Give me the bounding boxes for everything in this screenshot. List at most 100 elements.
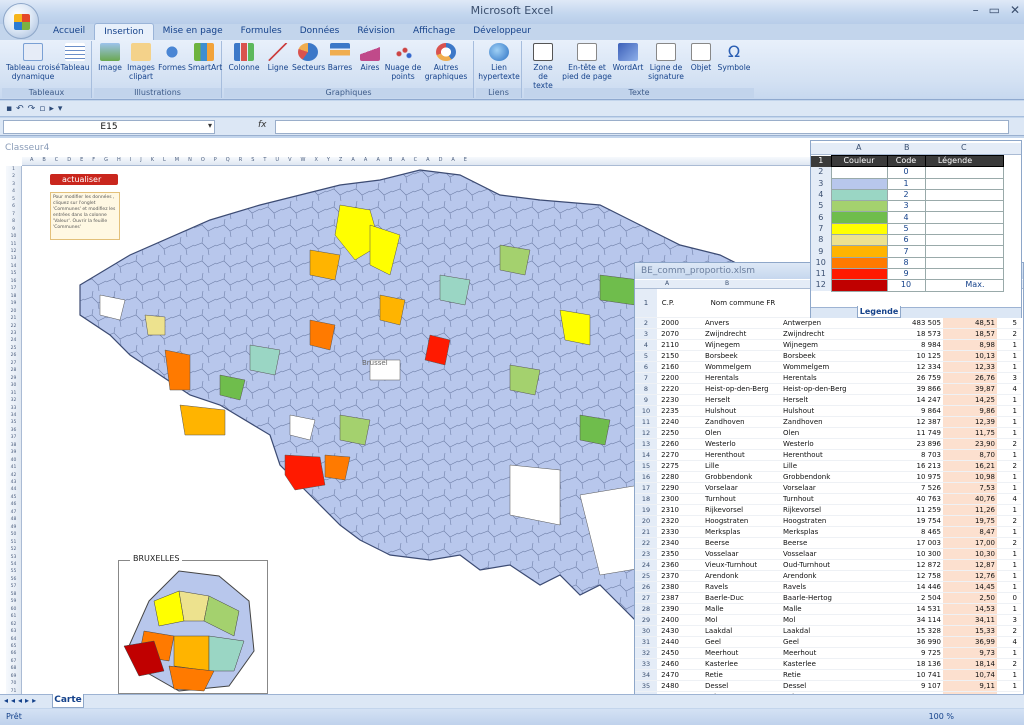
table-cell[interactable]: Herenthout	[781, 449, 881, 461]
smartart-button[interactable]: SmartArt	[188, 43, 222, 72]
tab-6[interactable]: Affichage	[404, 23, 464, 40]
line-chart-button[interactable]: Ligne	[264, 43, 292, 72]
table-cell[interactable]: 1	[997, 581, 1021, 593]
table-cell[interactable]: 8,98	[943, 339, 997, 351]
table-cell[interactable]: Borsbeek	[781, 350, 881, 362]
table-cell[interactable]: 15,33	[943, 625, 997, 637]
table-cell[interactable]: 8,70	[943, 449, 997, 461]
table-cell[interactable]: 11 259	[881, 504, 943, 516]
table-cell[interactable]: 2460	[657, 658, 681, 670]
table-row[interactable]: 15 2275 Lille Lille 16 213 16,21 2	[635, 460, 1021, 472]
legend-row[interactable]: 97	[811, 245, 1004, 258]
table-cell[interactable]: 1	[997, 559, 1021, 571]
table-cell[interactable]: 2	[997, 537, 1021, 549]
table-cell[interactable]: Zwijndrecht	[681, 328, 781, 340]
close-icon[interactable]: ✕	[1010, 3, 1020, 17]
legend-color-swatch[interactable]	[830, 267, 888, 281]
table-cell[interactable]: 18,14	[943, 658, 997, 670]
legend-row[interactable]: 75	[811, 222, 1004, 236]
table-row[interactable]: 5 2150 Borsbeek Borsbeek 10 125 10,13 1	[635, 350, 1021, 362]
legend-code[interactable]: 1	[886, 177, 926, 190]
table-cell[interactable]: 2340	[657, 537, 681, 549]
table-row[interactable]: 8 2220 Heist-op-den-Berg Heist-op-den-Berg 3…	[635, 383, 1021, 395]
table-cell[interactable]: 2200	[657, 372, 681, 384]
table-cell[interactable]: Malle	[781, 603, 881, 615]
table-cell[interactable]: Merksplas	[681, 526, 781, 538]
table-cell[interactable]: 2430	[657, 625, 681, 637]
clipart-button[interactable]: Images clipart	[126, 43, 156, 81]
legend-label[interactable]	[924, 166, 1004, 179]
table-cell[interactable]: 2240	[657, 416, 681, 428]
table-cell[interactable]: 2160	[657, 361, 681, 373]
table-cell[interactable]: 2350	[657, 548, 681, 560]
table-cell[interactable]: 1	[997, 449, 1021, 461]
table-cell[interactable]: 1	[997, 471, 1021, 483]
legend-label[interactable]	[924, 188, 1004, 202]
table-cell[interactable]: 4	[635, 339, 657, 351]
table-cell[interactable]: 39,87	[943, 383, 997, 395]
table-row[interactable]: 4 2110 Wijnegem Wijnegem 8 984 8,98 1	[635, 339, 1021, 351]
table-cell[interactable]: 2 504	[881, 592, 943, 604]
legend-color-swatch[interactable]	[830, 256, 888, 269]
table-cell[interactable]: 8	[635, 383, 657, 395]
table-cell[interactable]: 15	[635, 460, 657, 472]
table-cell[interactable]: Dessel	[681, 680, 781, 692]
legend-code[interactable]: 2	[886, 188, 926, 202]
table-cell[interactable]: 1	[997, 570, 1021, 582]
table-cell[interactable]: 16	[635, 471, 657, 483]
table-cell[interactable]: 1	[997, 680, 1021, 692]
table-cell[interactable]: 40 763	[881, 493, 943, 505]
tab-0[interactable]: Accueil	[44, 23, 94, 40]
table-cell[interactable]: Laakdal	[781, 625, 881, 637]
table-cell[interactable]: 2290	[657, 482, 681, 494]
table-button[interactable]: Tableau	[60, 43, 90, 72]
table-row[interactable]: 12 2250 Olen Olen 11 749 11,75 1	[635, 427, 1021, 439]
table-cell[interactable]: Vorselaar	[681, 482, 781, 494]
table-cell[interactable]: 12,39	[943, 416, 997, 428]
table-cell[interactable]: 12 758	[881, 570, 943, 582]
table-cell[interactable]: 1	[997, 427, 1021, 439]
table-cell[interactable]: 7,53	[943, 482, 997, 494]
table-cell[interactable]: Zandhoven	[781, 416, 881, 428]
table-cell[interactable]: 19,75	[943, 515, 997, 527]
redo-icon[interactable]: ↷	[28, 104, 40, 114]
table-row[interactable]: 13 2260 Westerlo Westerlo 23 896 23,90 2	[635, 438, 1021, 450]
table-cell[interactable]: 12,76	[943, 570, 997, 582]
more-icon[interactable]: ▾	[58, 104, 67, 114]
table-cell[interactable]: 27	[635, 592, 657, 604]
table-cell[interactable]: 2250	[657, 427, 681, 439]
table-cell[interactable]: Beerse	[681, 537, 781, 549]
table-cell[interactable]: 2470	[657, 669, 681, 681]
table-row[interactable]: 7 2200 Herentals Herentals 26 759 26,76 3	[635, 372, 1021, 384]
table-cell[interactable]: 10	[635, 405, 657, 417]
table-cell[interactable]: Borsbeek	[681, 350, 781, 362]
table-row[interactable]: 33 2460 Kasterlee Kasterlee 18 136 18,14 2	[635, 658, 1021, 670]
legend-color-swatch[interactable]	[830, 245, 888, 258]
table-cell[interactable]: 36,99	[943, 636, 997, 648]
table-cell[interactable]: 4	[997, 493, 1021, 505]
table-cell[interactable]: 13	[635, 438, 657, 450]
table-cell[interactable]: 14,25	[943, 394, 997, 406]
table-cell[interactable]: 3	[997, 614, 1021, 626]
table-cell[interactable]: 14 247	[881, 394, 943, 406]
table-cell[interactable]: 17,00	[943, 537, 997, 549]
table-cell[interactable]: Mol	[681, 614, 781, 626]
table-row[interactable]: 18 2300 Turnhout Turnhout 40 763 40,76 4	[635, 493, 1021, 505]
table-cell[interactable]: 17 003	[881, 537, 943, 549]
table-cell[interactable]: 2110	[657, 339, 681, 351]
legend-row[interactable]: 11 9	[811, 267, 1004, 281]
table-cell[interactable]: 39 866	[881, 383, 943, 395]
table-cell[interactable]: Wijnegem	[681, 339, 781, 351]
table-cell[interactable]: 1	[997, 504, 1021, 516]
table-cell[interactable]: 2	[997, 515, 1021, 527]
legend-row[interactable]: 64	[811, 211, 1004, 224]
table-cell[interactable]: 1	[997, 603, 1021, 615]
data-window[interactable]: BE_comm_proportio.xlsm ABCDEF 1C.P.Nom c…	[634, 262, 1024, 708]
table-cell[interactable]: Turnhout	[781, 493, 881, 505]
table-cell[interactable]: 17	[635, 482, 657, 494]
table-cell[interactable]: 1	[997, 669, 1021, 681]
table-cell[interactable]: 28	[635, 603, 657, 615]
table-cell[interactable]: 9,73	[943, 647, 997, 659]
table-cell[interactable]: 30	[635, 625, 657, 637]
table-cell[interactable]: 2330	[657, 526, 681, 538]
